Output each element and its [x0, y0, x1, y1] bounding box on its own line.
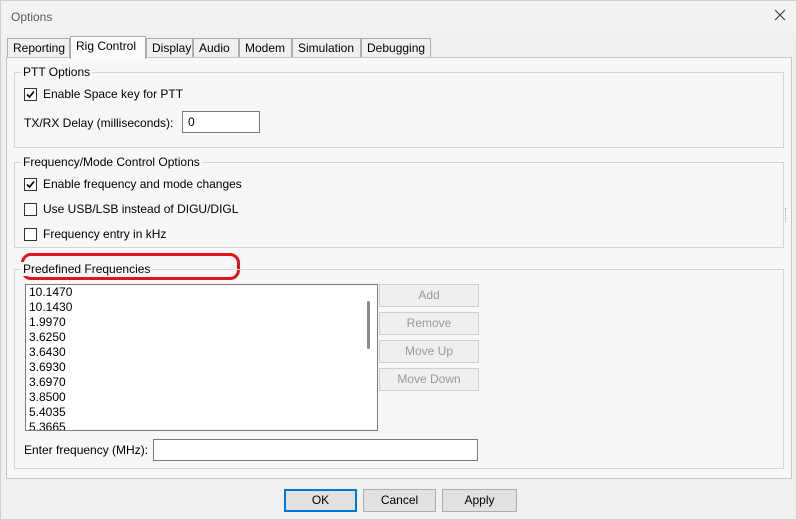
resize-grip	[785, 208, 789, 222]
space-key-ptt-label: Enable Space key for PTT	[43, 87, 184, 101]
enter-frequency-input[interactable]	[153, 439, 478, 461]
freq-mode-group-label: Frequency/Mode Control Options	[21, 155, 202, 169]
tab-strip: Reporting Rig Control Display Audio Mode…	[7, 36, 787, 59]
checkbox-unchecked-icon	[24, 202, 37, 216]
tab-panel: PTT Options Enable Space key for PTT TX/…	[6, 57, 792, 479]
title-bar: Options	[1, 1, 796, 33]
list-item[interactable]: 3.6970	[26, 375, 377, 390]
move-up-button[interactable]: Move Up	[379, 340, 479, 363]
tab-modem[interactable]: Modem	[239, 38, 292, 58]
ptt-options-group: PTT Options	[14, 65, 784, 148]
tab-display[interactable]: Display	[146, 38, 193, 58]
close-icon	[774, 9, 786, 24]
tab-reporting[interactable]: Reporting	[7, 38, 70, 58]
predefined-group-label: Predefined Frequencies	[21, 262, 153, 276]
list-scrollbar-thumb[interactable]	[367, 301, 370, 349]
cancel-button[interactable]: Cancel	[363, 489, 436, 512]
tab-debugging[interactable]: Debugging	[361, 38, 431, 58]
enter-frequency-label: Enter frequency (MHz):	[24, 443, 149, 457]
list-item[interactable]: 3.6930	[26, 360, 377, 375]
checkbox-unchecked-icon	[24, 227, 37, 241]
enable-freq-mode-checkbox[interactable]: Enable frequency and mode changes	[24, 176, 242, 192]
checkbox-checked-icon	[24, 87, 37, 101]
frequency-list[interactable]: 10.1470 10.1430 1.9970 3.6250 3.6430 3.6…	[25, 284, 378, 431]
close-button[interactable]	[768, 5, 792, 27]
freq-khz-label: Frequency entry in kHz	[43, 227, 167, 241]
ok-button[interactable]: OK	[284, 489, 357, 512]
list-item[interactable]: 1.9970	[26, 315, 377, 330]
usb-lsb-checkbox[interactable]: Use USB/LSB instead of DIGU/DIGL	[24, 201, 238, 217]
ptt-group-label: PTT Options	[21, 65, 93, 79]
remove-button[interactable]: Remove	[379, 312, 479, 335]
checkbox-checked-icon	[24, 177, 37, 191]
tab-rig-control[interactable]: Rig Control	[70, 36, 146, 59]
txrx-delay-input[interactable]: 0	[182, 111, 260, 133]
txrx-delay-label: TX/RX Delay (milliseconds):	[24, 116, 174, 130]
freq-khz-checkbox[interactable]: Frequency entry in kHz	[24, 226, 166, 242]
tab-audio[interactable]: Audio	[193, 38, 239, 58]
list-item[interactable]: 3.8500	[26, 390, 377, 405]
options-dialog: Options Reporting Rig Control Display Au…	[0, 0, 797, 520]
list-item[interactable]: 10.1470	[26, 285, 377, 300]
tab-simulation[interactable]: Simulation	[292, 38, 361, 58]
apply-button[interactable]: Apply	[442, 489, 517, 512]
window-title: Options	[11, 10, 53, 24]
enable-freq-mode-label: Enable frequency and mode changes	[43, 177, 242, 191]
list-item[interactable]: 5.3665	[26, 420, 377, 430]
space-key-ptt-checkbox[interactable]: Enable Space key for PTT	[24, 86, 183, 102]
list-item[interactable]: 3.6430	[26, 345, 377, 360]
move-down-button[interactable]: Move Down	[379, 368, 479, 391]
usb-lsb-label: Use USB/LSB instead of DIGU/DIGL	[43, 202, 239, 216]
list-item[interactable]: 10.1430	[26, 300, 377, 315]
add-button[interactable]: Add	[379, 284, 479, 307]
list-item[interactable]: 3.6250	[26, 330, 377, 345]
list-item[interactable]: 5.4035	[26, 405, 377, 420]
